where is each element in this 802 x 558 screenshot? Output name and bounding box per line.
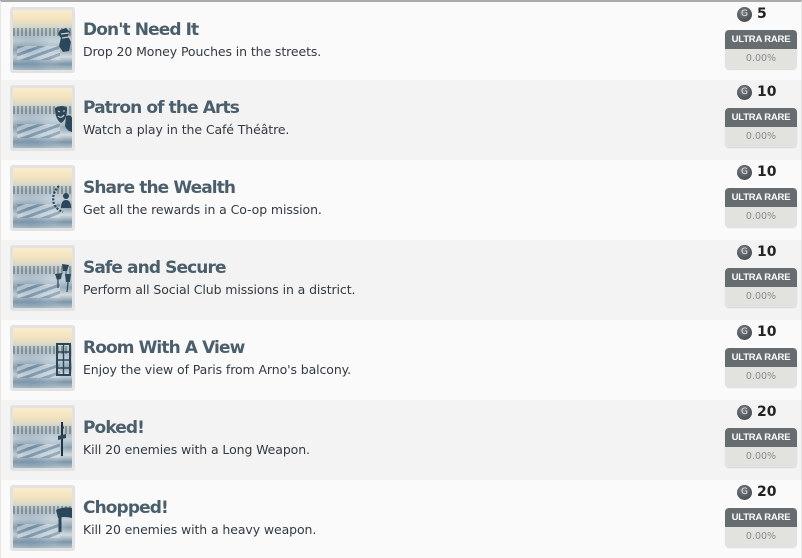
gamerscore: G 20 xyxy=(725,403,798,421)
rarity-label: ULTRA RARE xyxy=(725,188,797,207)
gamerscore: G 20 xyxy=(725,483,798,501)
gamerscore-icon: G xyxy=(737,84,752,100)
achievement-row[interactable]: Patron of the Arts Watch a play in the C… xyxy=(1,80,801,160)
gamerscore-value: 10 xyxy=(757,164,777,180)
achievement-title[interactable]: Poked! xyxy=(83,417,310,439)
achievement-title[interactable]: Safe and Secure xyxy=(83,257,355,279)
achievement-thumbnail xyxy=(10,7,75,73)
achievement-thumbnail xyxy=(10,325,75,391)
gamerscore-icon: G xyxy=(737,324,752,340)
window-icon xyxy=(56,343,71,376)
gamerscore-icon: G xyxy=(737,6,752,22)
long-weapon-icon xyxy=(58,422,66,456)
achievement-list: Don't Need It Drop 20 Money Pouches in t… xyxy=(1,2,801,558)
gamerscore-value: 10 xyxy=(757,84,777,100)
gamerscore: G 10 xyxy=(725,243,798,261)
money-pouch-icon xyxy=(58,28,71,52)
rarity-percent: 0.00% xyxy=(725,447,797,467)
achievement-thumbnail xyxy=(10,485,75,551)
gamerscore-icon: G xyxy=(737,164,752,180)
achievement-title[interactable]: Patron of the Arts xyxy=(83,97,289,119)
achievement-description: Enjoy the view of Paris from Arno's balc… xyxy=(83,362,352,377)
gamerscore-value: 10 xyxy=(757,244,777,260)
achievement-title[interactable]: Don't Need It xyxy=(83,19,321,41)
gamerscore-value: 20 xyxy=(757,484,777,500)
theatre-masks-icon xyxy=(55,106,72,132)
achievement-title[interactable]: Share the Wealth xyxy=(83,177,322,199)
achievement-row[interactable]: Chopped! Kill 20 enemies with a heavy we… xyxy=(1,480,801,558)
gamerscore: G 10 xyxy=(725,323,798,341)
achievement-thumbnail xyxy=(10,405,75,471)
achievement-title[interactable]: Room With A View xyxy=(83,337,351,359)
lanterns-icon xyxy=(55,264,71,293)
rarity-badge: ULTRA RARE 0.00% xyxy=(725,428,797,467)
achievement-thumbnail xyxy=(10,165,75,231)
rarity-badge: ULTRA RARE 0.00% xyxy=(725,268,797,307)
achievement-description: Watch a play in the Café Théâtre. xyxy=(83,122,290,137)
rarity-badge: ULTRA RARE 0.00% xyxy=(725,508,797,547)
achievement-row[interactable]: Poked! Kill 20 enemies with a Long Weapo… xyxy=(1,400,801,480)
achievement-description: Kill 20 enemies with a Long Weapon. xyxy=(83,442,310,457)
gamerscore-icon: G xyxy=(737,404,752,420)
gamerscore-icon: G xyxy=(737,484,752,500)
rarity-label: ULTRA RARE xyxy=(725,508,797,527)
rarity-percent: 0.00% xyxy=(725,527,797,547)
achievement-row[interactable]: Don't Need It Drop 20 Money Pouches in t… xyxy=(1,2,801,80)
rarity-label: ULTRA RARE xyxy=(725,268,797,287)
rarity-badge: ULTRA RARE 0.00% xyxy=(725,108,797,147)
gamerscore-value: 5 xyxy=(757,6,767,22)
rarity-label: ULTRA RARE xyxy=(725,428,797,447)
rarity-badge: ULTRA RARE 0.00% xyxy=(725,30,797,69)
achievement-title[interactable]: Chopped! xyxy=(83,497,316,519)
achievement-description: Kill 20 enemies with a heavy weapon. xyxy=(83,522,317,537)
rarity-percent: 0.00% xyxy=(725,287,797,307)
achievement-thumbnail xyxy=(10,245,75,311)
achievement-row[interactable]: Share the Wealth Get all the rewards in … xyxy=(1,160,801,240)
achievement-row[interactable]: Room With A View Enjoy the view of Paris… xyxy=(1,320,801,400)
achievement-description: Perform all Social Club missions in a di… xyxy=(83,282,356,297)
achievement-thumbnail xyxy=(10,85,75,151)
gamerscore: G 5 xyxy=(725,5,798,23)
rarity-percent: 0.00% xyxy=(725,49,797,69)
gamerscore: G 10 xyxy=(725,163,798,181)
rarity-badge: ULTRA RARE 0.00% xyxy=(725,348,797,387)
rarity-label: ULTRA RARE xyxy=(725,348,797,367)
rarity-badge: ULTRA RARE 0.00% xyxy=(725,188,797,227)
gamerscore-value: 10 xyxy=(757,324,777,340)
rarity-percent: 0.00% xyxy=(725,207,797,227)
achievement-row[interactable]: Safe and Secure Perform all Social Club … xyxy=(1,240,801,320)
gamerscore-icon: G xyxy=(737,244,752,260)
heavy-weapon-icon xyxy=(56,507,72,532)
rarity-percent: 0.00% xyxy=(725,367,797,387)
achievement-description: Get all the rewards in a Co-op mission. xyxy=(83,202,322,217)
achievement-description: Drop 20 Money Pouches in the streets. xyxy=(83,44,322,59)
rarity-percent: 0.00% xyxy=(725,127,797,147)
laurel-figure-icon xyxy=(52,185,71,214)
rarity-label: ULTRA RARE xyxy=(725,108,797,127)
rarity-label: ULTRA RARE xyxy=(725,30,797,49)
gamerscore-value: 20 xyxy=(757,404,777,420)
gamerscore: G 10 xyxy=(725,83,798,101)
